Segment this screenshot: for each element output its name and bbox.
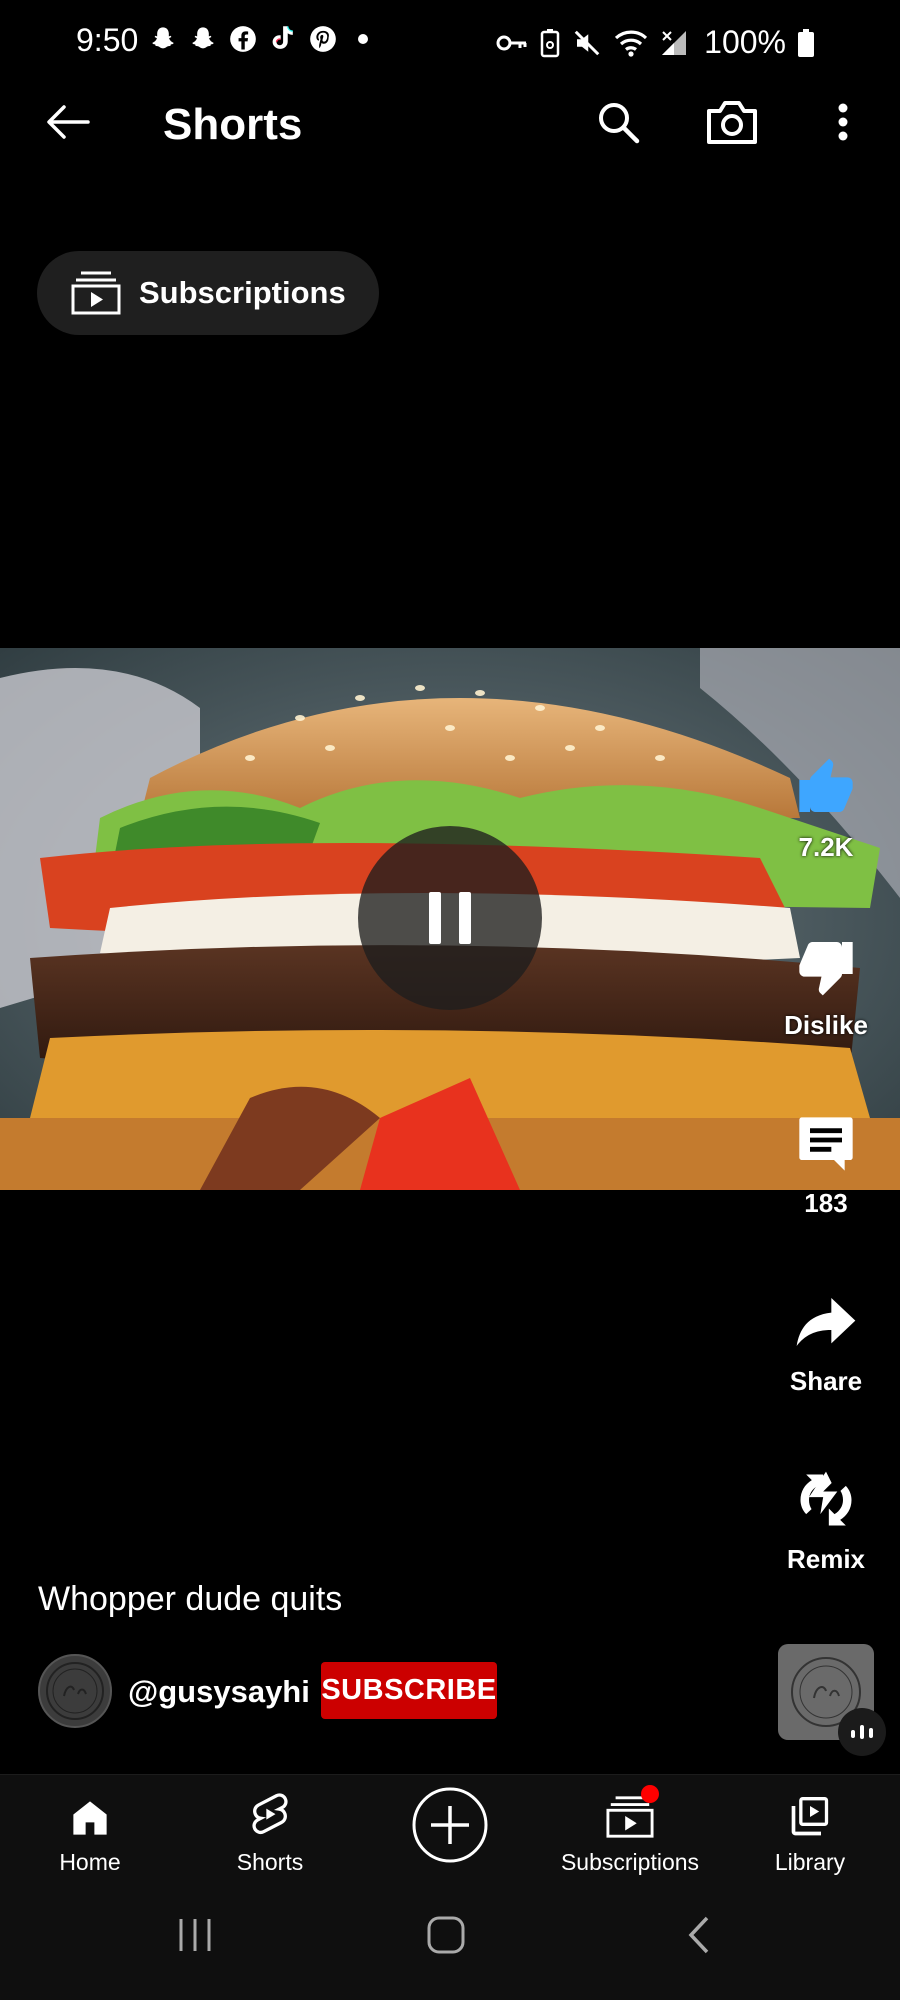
dot-icon	[348, 24, 378, 54]
wifi-icon	[614, 29, 648, 57]
chevron-left-icon	[688, 1916, 709, 1954]
more-vertical-icon	[838, 103, 848, 141]
nav-shorts[interactable]: Shorts	[180, 1775, 360, 1881]
remix-label: Remix	[786, 1544, 866, 1574]
comment-icon	[799, 1117, 853, 1171]
mute-icon	[572, 28, 602, 58]
snapchat-icon	[148, 24, 178, 54]
more-options-button[interactable]	[818, 92, 868, 152]
subscriptions-chip-label: Subscriptions	[139, 275, 346, 310]
pinterest-icon	[308, 24, 338, 54]
battery-percent: 100%	[704, 24, 786, 60]
status-time: 9:50	[76, 22, 139, 58]
remix-icon	[800, 1471, 852, 1526]
home-icon	[73, 1801, 107, 1835]
battery-icon	[798, 28, 814, 57]
share-icon	[796, 1298, 856, 1346]
tiktok-icon	[268, 24, 298, 54]
video-caption[interactable]: Whopper dude quits	[38, 1580, 342, 1619]
audio-bars-icon	[851, 1725, 873, 1739]
back-button[interactable]	[38, 92, 98, 152]
like-count: 7.2K	[798, 832, 854, 862]
add-circle-icon	[412, 1787, 488, 1863]
battery-saver-icon	[540, 28, 560, 58]
avatar-logo	[46, 1662, 104, 1720]
notification-icons	[148, 24, 378, 54]
nav-subscriptions[interactable]: Subscriptions	[540, 1775, 720, 1881]
app-header: Shorts	[0, 86, 900, 156]
shorts-icon	[252, 1793, 288, 1835]
home-system-button[interactable]	[396, 1900, 496, 1970]
channel-row: @gusysayhi SUBSCRIBE	[38, 1654, 738, 1730]
channel-handle[interactable]: @gusysayhi	[128, 1674, 310, 1710]
recent-apps-icon	[179, 1919, 211, 1951]
page-title: Shorts	[163, 100, 303, 149]
dislike-label: Dislike	[784, 1010, 868, 1040]
signal-icon	[660, 29, 688, 57]
thumbs-down-icon	[799, 942, 853, 996]
subscriptions-icon	[71, 271, 121, 315]
subscribe-button[interactable]: SUBSCRIBE	[321, 1662, 497, 1719]
sound-badge	[838, 1708, 886, 1756]
subscriptions-chip[interactable]: Subscriptions	[37, 251, 379, 335]
comment-count: 183	[804, 1188, 848, 1218]
recent-apps-button[interactable]	[145, 1900, 245, 1970]
nav-library[interactable]: Library	[720, 1775, 900, 1881]
snapchat-icon	[188, 24, 218, 54]
dislike-button[interactable]: Dislike	[746, 928, 900, 1041]
arrow-left-icon	[47, 105, 90, 139]
search-icon	[599, 103, 640, 144]
nav-subscriptions-label: Subscriptions	[560, 1849, 700, 1875]
create-button[interactable]	[360, 1775, 540, 1881]
pause-button[interactable]	[358, 826, 542, 1010]
key-icon	[496, 32, 528, 54]
thumbs-up-icon	[799, 758, 853, 812]
pause-icon	[429, 892, 471, 944]
camera-button[interactable]	[700, 92, 764, 152]
notification-dot	[641, 1785, 659, 1803]
comments-button[interactable]: 183	[746, 1106, 900, 1219]
status-bar: 9:50 100%	[0, 0, 900, 80]
back-system-button[interactable]	[649, 1900, 749, 1970]
home-square-icon	[427, 1916, 465, 1954]
share-label: Share	[789, 1366, 863, 1396]
nav-library-label: Library	[774, 1849, 846, 1875]
nav-home[interactable]: Home	[0, 1775, 180, 1881]
search-button[interactable]	[588, 92, 648, 152]
camera-icon	[707, 101, 757, 144]
library-icon	[791, 1797, 829, 1836]
bottom-navigation: Home Shorts Subscriptions Library	[0, 1774, 900, 1880]
remix-button[interactable]: Remix	[746, 1462, 900, 1575]
share-button[interactable]: Share	[746, 1284, 900, 1397]
nav-shorts-label: Shorts	[236, 1849, 304, 1875]
facebook-icon	[228, 24, 258, 54]
nav-home-label: Home	[59, 1849, 121, 1875]
channel-avatar[interactable]	[38, 1654, 112, 1728]
system-icons: 100%	[496, 24, 814, 61]
like-button[interactable]: 7.2K	[746, 750, 900, 863]
system-navigation-bar	[0, 1880, 900, 2000]
